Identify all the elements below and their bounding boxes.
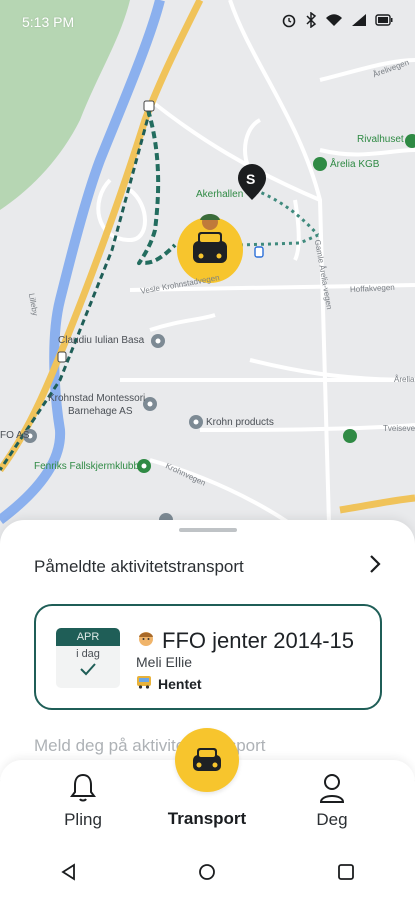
signal-icon [351,13,367,32]
map-label-akerhallen: Akerhallen [196,189,244,200]
map-label-arelia-kgb: Årelia KGB [330,159,380,170]
transport-fab-button[interactable] [175,728,239,792]
app-screen: S Akerhallen Rivalhuset Årelia KGB Claud… [0,0,415,900]
calendar-icon: APR i dag [56,628,120,688]
nav-label-pling: Pling [64,810,102,829]
chevron-right-icon[interactable] [364,553,386,580]
map-label-montessori-2: Barnehage AS [68,406,133,417]
back-icon[interactable] [60,863,78,886]
alarm-icon [281,12,297,33]
home-icon[interactable] [198,863,216,886]
sheet-handle[interactable] [179,528,237,532]
status-bar: 5:13 PM [0,0,415,44]
wifi-icon [325,13,343,32]
nav-item-deg[interactable]: Deg [277,772,387,830]
card-title: FFO jenter 2014-15 [162,628,354,653]
nav-item-pling[interactable]: Pling [28,772,138,830]
status-time: 5:13 PM [22,14,75,30]
map-label-krohn: Krohn products [206,417,274,428]
map-label-tveiseveien: Tveiseveien [383,424,415,433]
bus-icon [136,675,152,692]
nav-label-transport: Transport [167,809,247,828]
nav-item-transport[interactable]: Transport [152,809,262,829]
map-label-fallskjerm: Fenriks Fallskjermklubb [34,461,140,472]
status-icons [281,11,393,33]
system-nav-bar [0,845,415,900]
map-label-montessori-1: Krohnstad Montessori [48,393,146,404]
map-label-claudiu: Claudiu Iulian Basa [58,335,145,346]
calendar-day-label: i dag [76,648,100,660]
nav-label-deg: Deg [316,810,348,829]
card-status: Hentet [158,675,202,692]
battery-icon [375,13,393,31]
child-emoji-icon [136,628,156,654]
map-label-rivalhuset: Rivalhuset [357,134,404,145]
map-label-areliv: Årelia [394,375,415,384]
activity-transport-card[interactable]: APR i dag FFO jenter 2014-15 Meli Ellie … [34,604,382,710]
card-title-row: FFO jenter 2014-15 [136,628,354,654]
card-person: Meli Ellie [136,654,193,670]
map-view[interactable]: S Akerhallen Rivalhuset Årelia KGB Claud… [0,0,415,562]
car-icon [193,748,221,771]
map-label-fo-as: FO AS [0,430,30,441]
registered-transport-header[interactable]: Påmeldte aktivitetstransport [34,553,386,580]
person-icon [319,774,345,803]
section-title: Påmeldte aktivitetstransport [34,556,244,576]
calendar-month: APR [56,628,120,646]
bluetooth-icon [305,11,317,33]
card-status-row: Hentet [136,675,202,692]
recents-icon[interactable] [337,863,355,886]
bell-icon [70,773,96,802]
stop-marker-letter: S [246,171,255,187]
checkmark-icon [80,663,96,676]
